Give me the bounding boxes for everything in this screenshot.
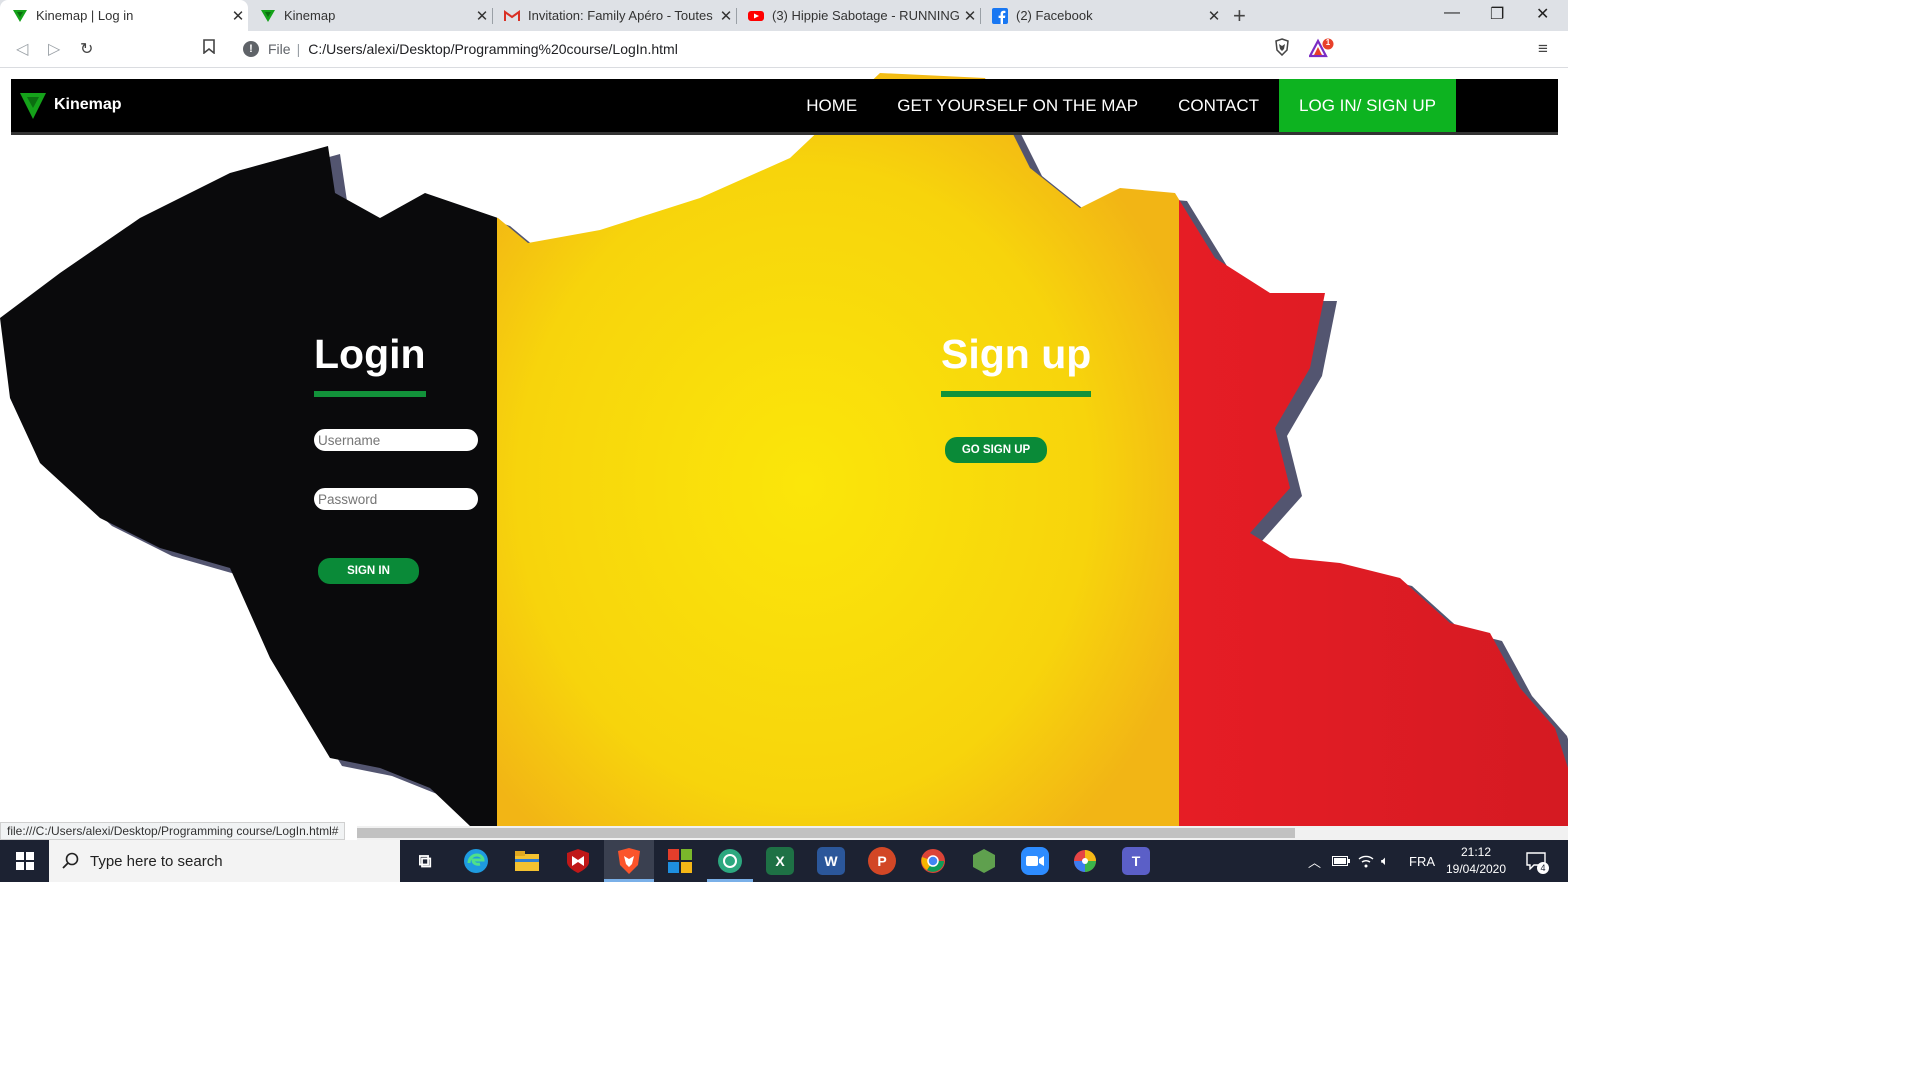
task-view-icon[interactable]: ⧉	[411, 847, 439, 875]
app-icon[interactable]	[716, 847, 744, 875]
search-icon	[62, 852, 79, 869]
excel-icon[interactable]: X	[766, 847, 794, 875]
close-tab-icon[interactable]: ✕	[960, 7, 980, 25]
mcafee-icon[interactable]	[564, 847, 592, 875]
browser-toolbar: ◁ ▷ ↻ ! File | C:/Users/alexi/Desktop/Pr…	[0, 31, 1568, 68]
nav-contact[interactable]: CONTACT	[1158, 79, 1279, 132]
clock[interactable]: 21:12 19/04/2020	[1444, 844, 1508, 878]
zoom-icon[interactable]	[1021, 847, 1049, 875]
volume-icon[interactable]: 🔈︎	[1381, 840, 1389, 882]
clock-time: 21:12	[1460, 845, 1492, 859]
app-running-underline	[707, 879, 753, 882]
back-icon[interactable]: ◁	[16, 39, 28, 59]
rewards-badge: 1	[1325, 38, 1331, 47]
forward-icon[interactable]: ▷	[48, 39, 60, 59]
brave-rewards-icon[interactable]: 1	[1308, 38, 1335, 63]
tab-youtube[interactable]: (3) Hippie Sabotage - RUNNING M ✕	[736, 0, 980, 31]
scrollbar-thumb[interactable]	[357, 828, 1295, 838]
word-icon[interactable]: W	[817, 847, 845, 875]
password-input[interactable]	[314, 488, 478, 511]
kinemap-logo-icon	[260, 8, 276, 24]
horizontal-scrollbar[interactable]	[357, 826, 1568, 840]
tab-facebook[interactable]: (2) Facebook ✕	[980, 0, 1224, 31]
kinemap-logo-icon	[20, 93, 46, 119]
notifications-icon[interactable]: 4	[1526, 840, 1549, 882]
taskbar-search-box[interactable]: Type here to search	[49, 840, 400, 882]
tab-title: (2) Facebook	[1016, 8, 1093, 23]
kinemap-logo-icon	[12, 8, 28, 24]
teams-icon[interactable]: T	[1122, 847, 1150, 875]
nav-login-signup[interactable]: LOG IN/ SIGN UP	[1279, 79, 1456, 132]
minimize-icon[interactable]: —	[1444, 4, 1460, 22]
site-logo[interactable]: Kinemap	[20, 91, 122, 119]
tab-title: Invitation: Family Apéro - Toutes le	[528, 8, 716, 23]
youtube-icon	[748, 8, 764, 24]
close-tab-icon[interactable]: ✕	[1204, 7, 1224, 25]
edge-icon[interactable]	[462, 847, 490, 875]
node-icon[interactable]	[970, 847, 998, 875]
username-input[interactable]	[314, 429, 478, 452]
chrome-icon[interactable]	[919, 847, 947, 875]
office-icon[interactable]	[666, 847, 694, 875]
restore-icon[interactable]: ❐	[1490, 4, 1504, 24]
new-tab-button[interactable]: +	[1233, 3, 1246, 29]
tab-title: Kinemap | Log in	[36, 8, 134, 23]
facebook-icon	[992, 7, 1008, 24]
nav-links: HOME GET YOURSELF ON THE MAP CONTACT LOG…	[786, 79, 1456, 132]
close-tab-icon[interactable]: ✕	[472, 7, 492, 25]
bookmark-icon[interactable]	[203, 39, 215, 59]
brave-icon[interactable]	[615, 847, 643, 875]
browser-tab-strip: Kinemap | Log in ✕ Kinemap ✕ Invitation:…	[0, 0, 1568, 31]
nav-get-on-map[interactable]: GET YOURSELF ON THE MAP	[877, 79, 1158, 132]
windows-start-button[interactable]	[0, 840, 49, 882]
close-window-icon[interactable]: ✕	[1536, 4, 1549, 24]
site-navbar: Kinemap HOME GET YOURSELF ON THE MAP CON…	[11, 79, 1558, 135]
close-tab-icon[interactable]: ✕	[716, 7, 736, 25]
tab-gmail[interactable]: Invitation: Family Apéro - Toutes le ✕	[492, 0, 736, 31]
login-heading: Login	[314, 331, 426, 398]
active-app-underline	[604, 879, 654, 882]
battery-icon[interactable]	[1332, 840, 1350, 882]
address-scheme: File	[268, 41, 291, 57]
signup-heading: Sign up	[941, 331, 1092, 398]
powerpoint-icon[interactable]: P	[868, 847, 896, 875]
tab-title: Kinemap	[284, 8, 336, 23]
close-tab-icon[interactable]: ✕	[228, 7, 248, 25]
nav-home[interactable]: HOME	[786, 79, 877, 132]
address-bar[interactable]: ! File | C:/Users/alexi/Desktop/Programm…	[236, 34, 1266, 64]
language-indicator[interactable]: FRA	[1409, 840, 1435, 882]
clock-date: 19/04/2020	[1445, 862, 1507, 876]
signup-section: Sign up	[941, 331, 1092, 398]
address-url[interactable]: C:/Users/alexi/Desktop/Programming%20cou…	[308, 41, 678, 57]
status-bar-url: file:///C:/Users/alexi/Desktop/Programmi…	[0, 822, 346, 840]
picasa-icon[interactable]	[1071, 847, 1099, 875]
reload-icon[interactable]: ↻	[80, 39, 93, 59]
site-info-icon[interactable]: !	[243, 41, 259, 57]
gmail-icon	[504, 8, 520, 24]
brand-name: Kinemap	[54, 96, 122, 113]
wifi-icon[interactable]	[1358, 840, 1374, 882]
file-explorer-icon[interactable]	[513, 847, 541, 875]
show-hidden-icons[interactable]: ︿	[1308, 840, 1321, 882]
web-page: Kinemap HOME GET YOURSELF ON THE MAP CON…	[0, 68, 1568, 826]
tab-title: (3) Hippie Sabotage - RUNNING M	[772, 8, 960, 23]
menu-icon[interactable]: ≡	[1538, 39, 1548, 59]
search-placeholder: Type here to search	[90, 852, 223, 870]
windows-logo-icon	[15, 852, 34, 870]
belgium-flag-map-image	[0, 73, 1568, 826]
windows-taskbar: Type here to search ⧉ X W P T ︿ 🔈︎ FRA 2…	[0, 840, 1568, 882]
login-form: Login SIGN IN	[314, 331, 478, 585]
tab-kinemap-login[interactable]: Kinemap | Log in ✕	[0, 0, 248, 31]
tab-kinemap[interactable]: Kinemap ✕	[248, 0, 492, 31]
brave-shields-icon[interactable]	[1274, 38, 1290, 61]
sign-in-button[interactable]: SIGN IN	[318, 558, 419, 585]
go-sign-up-button[interactable]: GO SIGN UP	[945, 437, 1047, 463]
notifications-count: 4	[1537, 862, 1549, 874]
